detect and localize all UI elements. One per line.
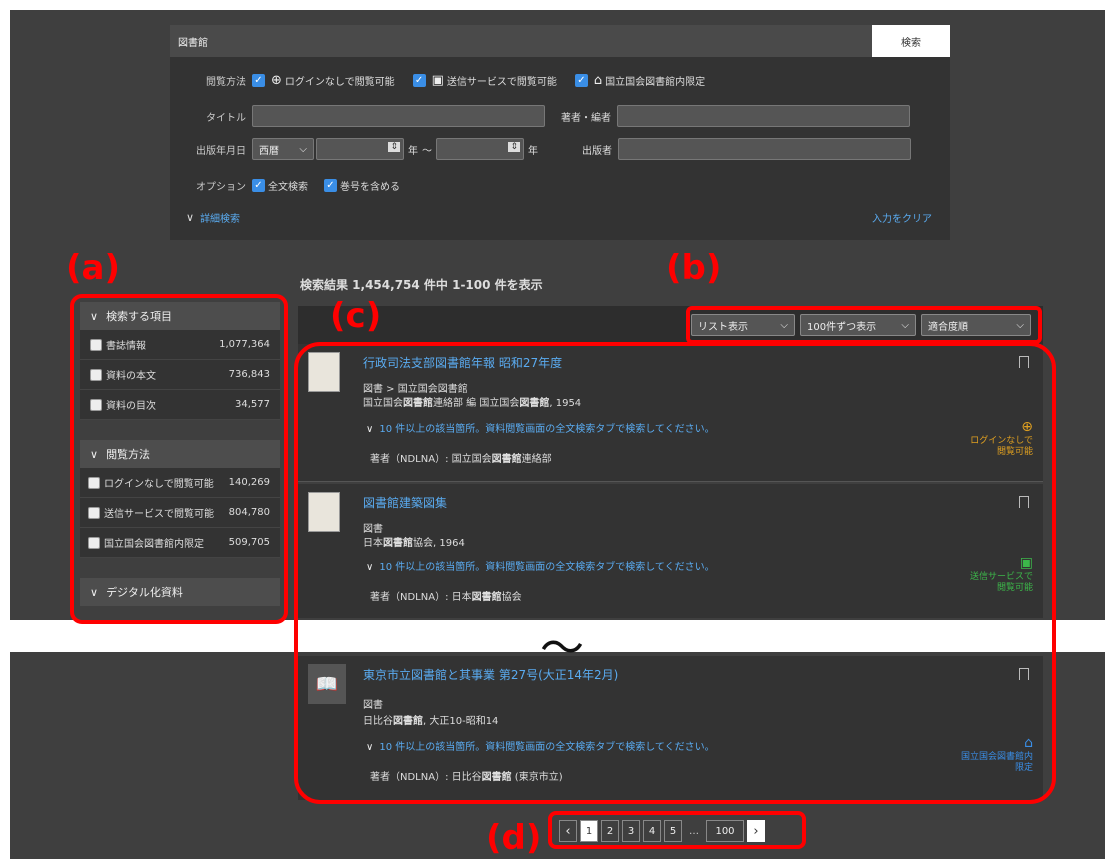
access-option-login-free: ログインなしで閲覧可能 bbox=[284, 77, 395, 88]
annotation-box-c bbox=[294, 342, 1056, 804]
option-include-volumes: 巻号を含める bbox=[340, 182, 400, 193]
chevron-down-icon: ⌵ bbox=[299, 143, 307, 155]
keyword-bar: 図書館 検索 bbox=[170, 25, 950, 57]
publisher-input[interactable] bbox=[618, 138, 911, 160]
annotation-label-b: (b) bbox=[666, 248, 722, 288]
publisher-label: 出版者 bbox=[582, 145, 612, 157]
year-from-input[interactable]: ⇕ bbox=[316, 138, 404, 160]
building-icon: ⌂ bbox=[593, 73, 603, 88]
advanced-search-label: 詳細検索 bbox=[200, 214, 241, 225]
author-input[interactable] bbox=[617, 105, 910, 127]
title-label: タイトル bbox=[206, 112, 246, 124]
advanced-search-link[interactable]: ∨ 詳細検索 bbox=[186, 210, 240, 225]
annotation-label-d: (d) bbox=[486, 818, 542, 858]
era-select-value: 西暦 bbox=[259, 145, 279, 157]
clear-input-link[interactable]: 入力をクリア bbox=[872, 210, 932, 225]
pubdate-label: 出版年月日 bbox=[196, 145, 246, 157]
stepper-icon[interactable]: ⇕ bbox=[508, 142, 520, 152]
author-label: 著者・編者 bbox=[561, 112, 611, 124]
access-option-transmission: 送信サービスで閲覧可能 bbox=[446, 77, 557, 88]
keyword-input[interactable]: 図書館 bbox=[170, 34, 208, 49]
option-fulltext: 全文検索 bbox=[268, 182, 308, 193]
pubdate-row: 出版年月日 西暦 ⌵ ⇕ 年 ～ ⇕ 年 出版者 bbox=[170, 138, 911, 160]
access-label: 閲覧方法 bbox=[206, 77, 246, 88]
title-author-row: タイトル 著者・編者 bbox=[170, 105, 910, 127]
annotation-label-c: (c) bbox=[330, 296, 382, 336]
access-checkbox-transmission[interactable]: ✓ bbox=[412, 74, 426, 87]
option-row: オプション ✓ 全文検索 ✓ 巻号を含める bbox=[170, 178, 400, 193]
range-separator: ～ bbox=[422, 145, 432, 157]
search-panel: 図書館 検索 閲覧方法 ✓ ⊕ ログインなしで閲覧可能 ✓ ▣ 送信サービスで閲… bbox=[170, 25, 950, 240]
year-unit-to: 年 bbox=[528, 145, 538, 157]
access-checkbox-ndl-only[interactable]: ✓ bbox=[574, 74, 588, 87]
chevron-down-icon: ∨ bbox=[186, 211, 195, 224]
include-volumes-checkbox[interactable]: ✓ bbox=[324, 179, 337, 192]
annotation-box-a bbox=[70, 294, 288, 624]
access-checkbox-login-free[interactable]: ✓ bbox=[252, 74, 265, 87]
stepper-icon[interactable]: ⇕ bbox=[388, 142, 400, 152]
title-input[interactable] bbox=[252, 105, 545, 127]
globe-icon: ⊕ bbox=[271, 73, 282, 88]
year-unit-from: 年 bbox=[408, 145, 418, 157]
access-row: 閲覧方法 ✓ ⊕ ログインなしで閲覧可能 ✓ ▣ 送信サービスで閲覧可能 ✓ ⌂… bbox=[170, 73, 705, 88]
search-button[interactable]: 検索 bbox=[872, 25, 950, 57]
year-to-input[interactable]: ⇕ bbox=[436, 138, 524, 160]
annotation-box-d bbox=[548, 811, 806, 849]
era-select[interactable]: 西暦 ⌵ bbox=[252, 138, 314, 160]
annotation-box-b bbox=[686, 306, 1042, 344]
access-option-ndl-only: 国立国会図書館内限定 bbox=[605, 77, 706, 88]
annotation-label-a: (a) bbox=[66, 248, 121, 288]
transmission-icon: ▣ bbox=[431, 73, 444, 88]
result-count: 検索結果 1,454,754 件中 1-100 件を表示 bbox=[300, 278, 543, 292]
fulltext-checkbox[interactable]: ✓ bbox=[252, 179, 265, 192]
option-label: オプション bbox=[196, 182, 246, 193]
clear-input-label: 入力をクリア bbox=[872, 214, 932, 225]
